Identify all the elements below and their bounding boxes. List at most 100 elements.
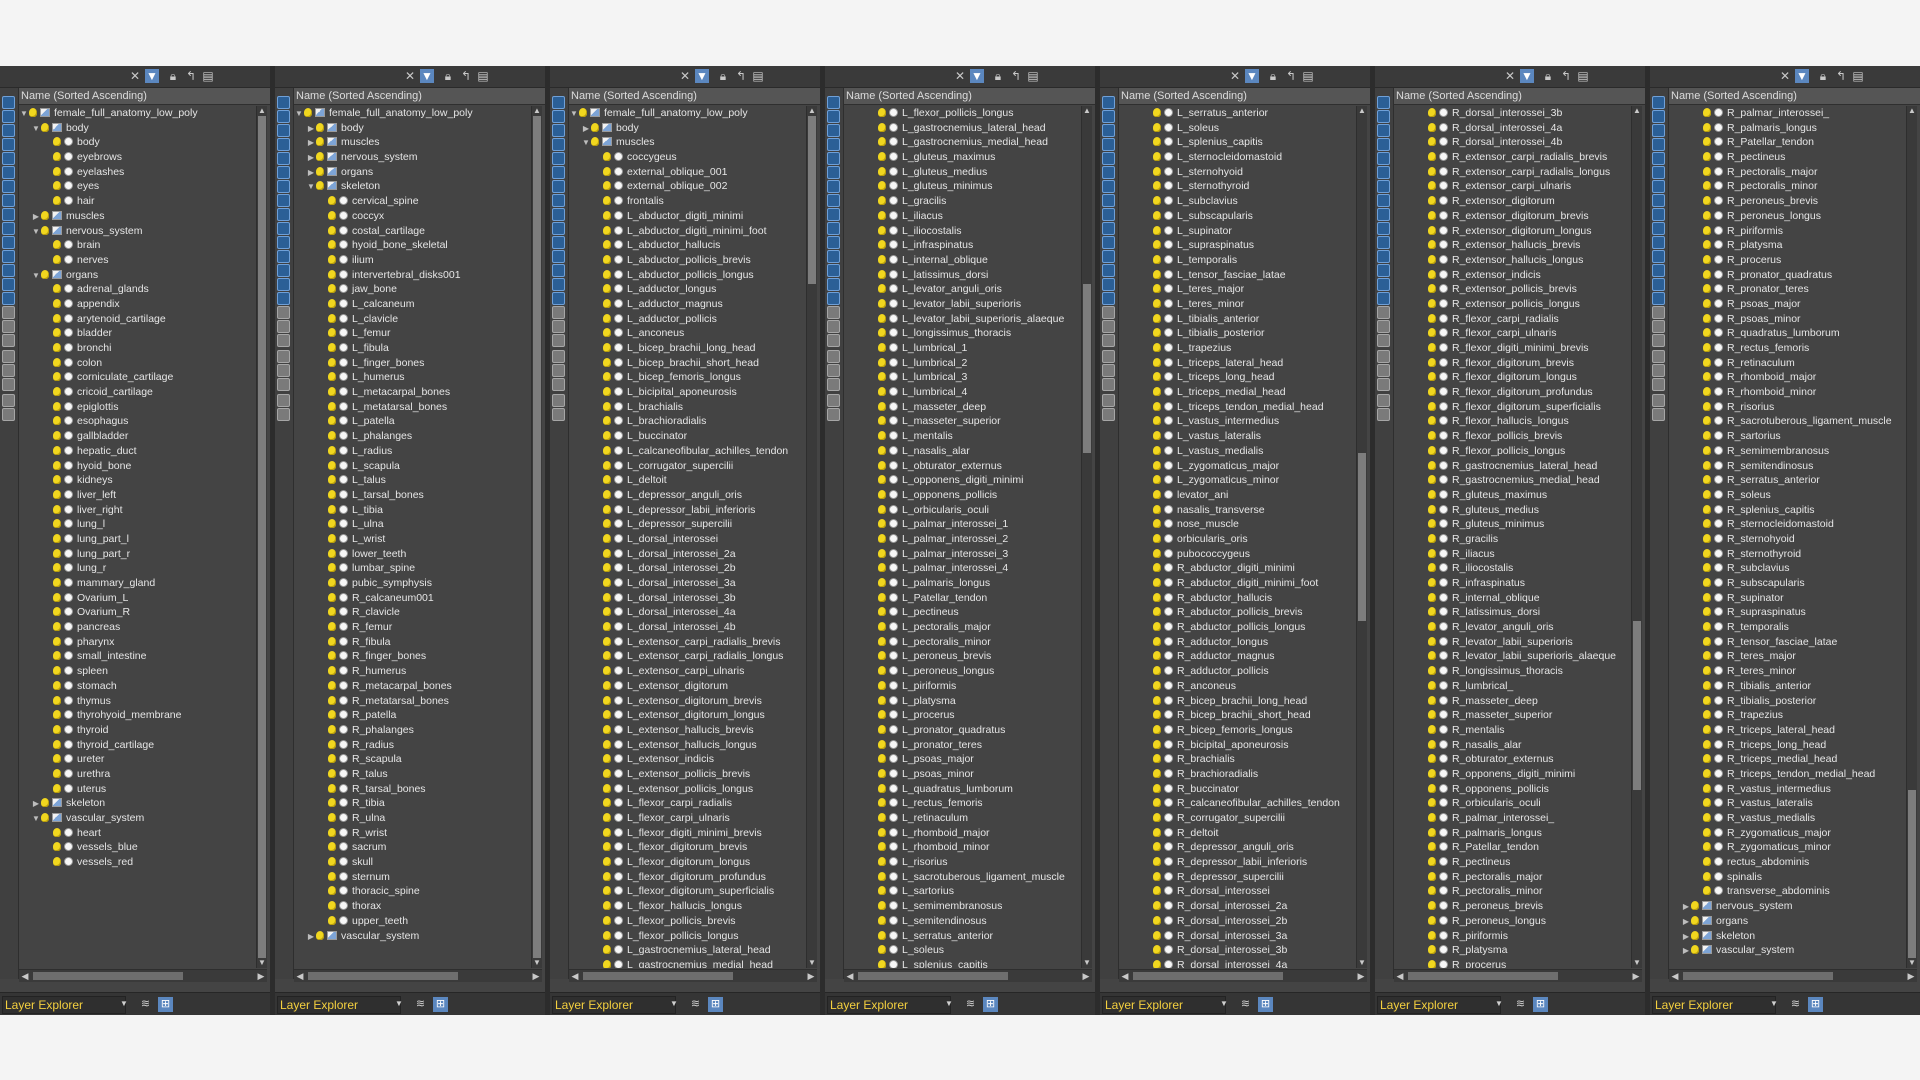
display-mode-icon[interactable]	[2, 236, 15, 249]
display-filter-icon[interactable]	[552, 364, 565, 377]
object-row[interactable]: corniculate_cartilage	[19, 370, 259, 385]
object-row[interactable]: esophagus	[19, 414, 259, 429]
object-row[interactable]: thyroid_cartilage	[19, 738, 259, 753]
lightbulb-icon[interactable]	[328, 915, 336, 925]
lightbulb-icon[interactable]	[328, 357, 336, 367]
lightbulb-icon[interactable]	[603, 578, 611, 587]
object-row[interactable]: R_dorsal_interossei_4b	[1394, 135, 1634, 150]
layer-row[interactable]: ▶ body	[294, 121, 534, 136]
filter-icon[interactable]: ▼	[1795, 69, 1809, 83]
object-row[interactable]: R_tensor_fasciae_latae	[1669, 635, 1909, 650]
object-row[interactable]: lumbar_spine	[294, 561, 534, 576]
lightbulb-icon[interactable]	[53, 387, 61, 397]
object-row[interactable]: L_semitendinosus	[844, 914, 1084, 929]
lightbulb-icon[interactable]	[1428, 871, 1436, 881]
display-mode-icon[interactable]	[1652, 152, 1665, 165]
lightbulb-icon[interactable]	[1153, 357, 1161, 367]
object-row[interactable]: R_tibia	[294, 796, 534, 811]
display-filter-icon[interactable]	[277, 408, 290, 421]
hierarchy-icon[interactable]: ⊞	[1258, 997, 1273, 1012]
lightbulb-icon[interactable]	[878, 548, 886, 558]
expand-closed-icon[interactable]: ▶	[1681, 900, 1691, 915]
scrollbar-thumb[interactable]	[533, 116, 541, 958]
expand-closed-icon[interactable]: ▶	[306, 136, 316, 151]
object-row[interactable]: R_flexor_pollicis_longus	[1394, 444, 1634, 459]
object-row[interactable]: R_palmaris_longus	[1669, 121, 1909, 136]
lightbulb-icon[interactable]	[1703, 152, 1711, 162]
close-icon[interactable]: ✕	[678, 69, 692, 83]
object-row[interactable]: R_dorsal_interossei_3b	[1119, 943, 1359, 958]
lightbulb-icon[interactable]	[1428, 475, 1436, 485]
object-row[interactable]: R_depressor_supercilii	[1119, 870, 1359, 885]
layer-row[interactable]: ▶ vascular_system	[1669, 943, 1909, 958]
object-row[interactable]: L_pectoralis_major	[844, 620, 1084, 635]
lightbulb-icon[interactable]	[53, 592, 61, 602]
lightbulb-icon[interactable]	[1428, 813, 1436, 822]
display-filter-icon[interactable]	[1377, 364, 1390, 377]
lightbulb-icon[interactable]	[328, 622, 336, 632]
object-row[interactable]: L_latissimus_dorsi	[844, 268, 1084, 283]
lightbulb-icon[interactable]	[878, 827, 886, 837]
layer-row[interactable]: ▶ skeleton	[1669, 929, 1909, 944]
object-row[interactable]: R_metatarsal_bones	[294, 694, 534, 709]
lightbulb-icon[interactable]	[1428, 945, 1436, 955]
object-row[interactable]: lung_part_r	[19, 547, 259, 562]
lightbulb-icon[interactable]	[1703, 754, 1711, 764]
lightbulb-icon[interactable]	[1153, 739, 1161, 749]
display-filter-icon[interactable]	[1377, 320, 1390, 333]
display-mode-icon[interactable]	[2, 250, 15, 263]
object-row[interactable]: R_risorius	[1669, 400, 1909, 415]
lightbulb-icon[interactable]	[328, 254, 336, 264]
display-mode-icon[interactable]	[1377, 264, 1390, 277]
layer-row[interactable]: ▶ muscles	[19, 209, 259, 224]
lightbulb-icon[interactable]	[328, 298, 336, 308]
lightbulb-icon[interactable]	[603, 813, 611, 822]
display-filter-icon[interactable]	[1377, 334, 1390, 347]
object-row[interactable]: R_extensor_hallucis_brevis	[1394, 238, 1634, 253]
display-mode-icon[interactable]	[827, 222, 840, 235]
object-row[interactable]: L_flexor_carpi_radialis	[569, 796, 809, 811]
lightbulb-icon[interactable]	[53, 196, 61, 206]
object-row[interactable]: R_psoas_major	[1669, 297, 1909, 312]
display-mode-icon[interactable]	[1102, 124, 1115, 137]
lightbulb-icon[interactable]	[328, 901, 336, 911]
object-row[interactable]: R_pectineus	[1394, 855, 1634, 870]
object-row[interactable]: L_platysma	[844, 694, 1084, 709]
lock-icon[interactable]: 🔒︎	[441, 69, 455, 83]
object-row[interactable]: R_teres_minor	[1669, 664, 1909, 679]
lightbulb-icon[interactable]	[1153, 710, 1161, 720]
horizontal-scrollbar[interactable]: ◀ ▶	[1119, 969, 1367, 982]
scroll-left-icon[interactable]: ◀	[1394, 970, 1406, 982]
lightbulb-icon[interactable]	[53, 695, 61, 705]
object-row[interactable]: hyoid_bone_skeletal	[294, 238, 534, 253]
lightbulb-icon[interactable]	[1153, 724, 1161, 734]
object-row[interactable]: L_soleus	[1119, 121, 1359, 136]
lightbulb-icon[interactable]	[878, 798, 886, 808]
object-row[interactable]: L_sternocleidomastoid	[1119, 150, 1359, 165]
lightbulb-icon[interactable]	[1428, 563, 1436, 573]
object-row[interactable]: R_opponens_digiti_minimi	[1394, 767, 1634, 782]
display-filter-icon[interactable]	[1102, 320, 1115, 333]
object-row[interactable]: L_psoas_major	[844, 752, 1084, 767]
lightbulb-icon[interactable]	[1153, 813, 1161, 822]
lightbulb-icon[interactable]	[1703, 636, 1711, 646]
lightbulb-icon[interactable]	[1153, 842, 1161, 852]
name-column-header[interactable]: Name (Sorted Ascending)	[1119, 88, 1370, 105]
lightbulb-icon[interactable]	[1153, 592, 1161, 602]
lightbulb-icon[interactable]	[603, 592, 611, 602]
object-row[interactable]: R_clavicle	[294, 605, 534, 620]
lightbulb-icon[interactable]	[878, 813, 886, 822]
lightbulb-icon[interactable]	[1703, 401, 1711, 411]
lightbulb-icon[interactable]	[603, 489, 611, 499]
display-filter-icon[interactable]	[1377, 378, 1390, 391]
lightbulb-icon[interactable]	[328, 783, 336, 793]
object-row[interactable]: R_nasalis_alar	[1394, 738, 1634, 753]
lightbulb-icon[interactable]	[1428, 504, 1436, 514]
object-row[interactable]: uterus	[19, 782, 259, 797]
lightbulb-icon[interactable]	[603, 166, 611, 176]
options-icon[interactable]: ▤	[1301, 69, 1315, 83]
expand-closed-icon[interactable]: ▶	[1681, 930, 1691, 945]
vertical-scrollbar[interactable]: ▲ ▼	[806, 106, 817, 968]
lightbulb-icon[interactable]	[878, 416, 886, 426]
lightbulb-icon[interactable]	[53, 827, 61, 837]
